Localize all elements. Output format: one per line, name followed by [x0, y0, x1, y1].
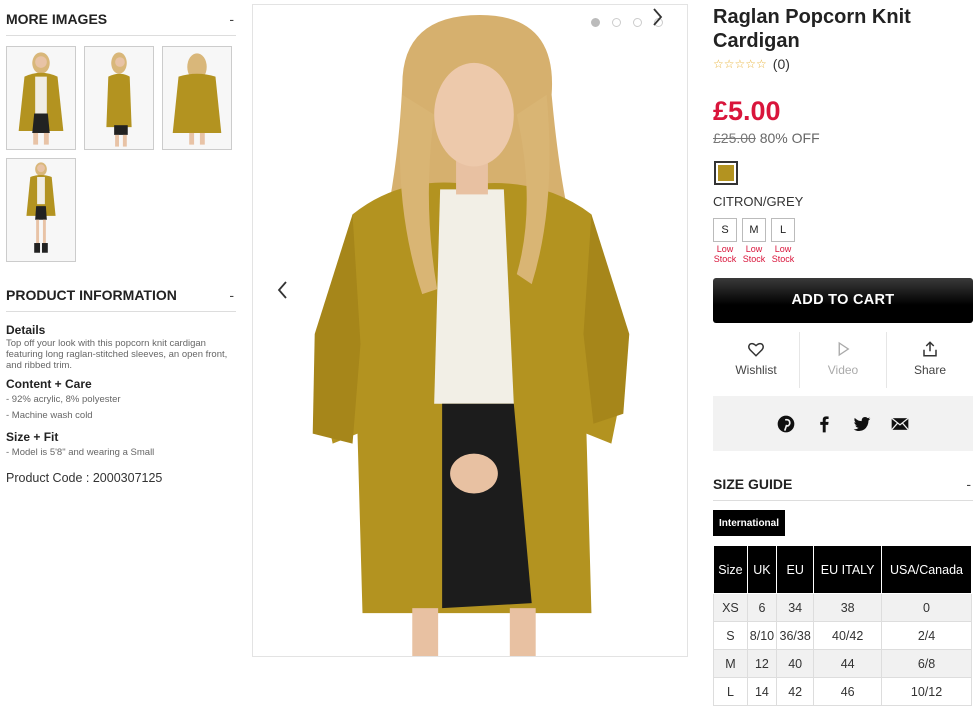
- care-line: - 92% acrylic, 8% polyester: [6, 394, 121, 405]
- table-row: XS 6 34 38 0: [713, 593, 972, 622]
- thumbnail-side[interactable]: [84, 46, 154, 150]
- carousel-dot[interactable]: [633, 18, 642, 27]
- carousel-dot[interactable]: [612, 18, 621, 27]
- chevron-left-icon[interactable]: [273, 278, 293, 302]
- table-header-row: Size UK EU EU ITALY USA/Canada: [713, 545, 972, 594]
- collapse-toggle[interactable]: -: [966, 476, 973, 492]
- product-details: Details Top off your look with this popc…: [6, 323, 236, 485]
- table-cell: 0: [881, 593, 972, 622]
- table-cell: 34: [776, 593, 815, 622]
- share-label: Share: [913, 363, 947, 377]
- video-button[interactable]: Video: [800, 332, 887, 388]
- table-cell: M: [713, 649, 748, 678]
- table-cell: 10/12: [881, 677, 972, 706]
- wishlist-label: Wishlist: [735, 363, 777, 377]
- share-button[interactable]: Share: [887, 332, 973, 388]
- table-cell: 44: [813, 649, 883, 678]
- heart-icon: [748, 342, 764, 357]
- table-cell: 6: [746, 593, 778, 622]
- product-info-title: PRODUCT INFORMATION: [6, 287, 177, 303]
- more-images-title: MORE IMAGES: [6, 11, 108, 27]
- stock-label: Low Stock: [713, 244, 737, 264]
- action-bar: Wishlist Video Share: [713, 332, 973, 388]
- table-header: UK: [746, 545, 778, 594]
- original-price: £25.00: [713, 130, 756, 146]
- details-text: Top off your look with this popcorn knit…: [6, 338, 228, 371]
- table-header: EU: [776, 545, 815, 594]
- table-cell: 40: [776, 649, 815, 678]
- carousel-dot[interactable]: [591, 18, 600, 27]
- table-cell: 42: [776, 677, 815, 706]
- add-to-cart-button[interactable]: ADD TO CART: [713, 278, 973, 323]
- size-label: L: [771, 218, 795, 242]
- fit-heading: Size + Fit: [6, 430, 59, 444]
- table-row: S 8/10 36/38 40/42 2/4: [713, 621, 972, 650]
- size-label: M: [742, 218, 766, 242]
- collapse-toggle[interactable]: -: [229, 287, 236, 303]
- thumbnail-list: [6, 46, 238, 262]
- review-count: (0): [772, 56, 790, 72]
- tab-international[interactable]: International: [713, 510, 786, 536]
- care-line: - Machine wash cold: [6, 410, 93, 421]
- table-cell: 2/4: [881, 621, 972, 650]
- thumbnail-full-length[interactable]: [6, 158, 76, 262]
- size-selector: S Low Stock M Low Stock L Low Stock: [713, 218, 795, 264]
- table-cell: XS: [713, 593, 748, 622]
- share-icon: [923, 341, 937, 357]
- color-name: CITRON/GREY: [713, 194, 804, 209]
- size-guide-header[interactable]: SIZE GUIDE -: [713, 476, 973, 501]
- swatch-fill: [718, 165, 734, 181]
- rating[interactable]: ☆☆☆☆☆ (0): [713, 56, 790, 72]
- table-header: USA/Canada: [881, 545, 972, 594]
- table-cell: 40/42: [813, 621, 883, 650]
- play-icon: [838, 341, 850, 357]
- twitter-icon[interactable]: [852, 414, 872, 434]
- facebook-icon[interactable]: [814, 414, 834, 434]
- email-icon[interactable]: [890, 414, 910, 434]
- table-row: L 14 42 46 10/12: [713, 677, 972, 706]
- social-share-bar: [713, 396, 973, 451]
- main-product-image[interactable]: [252, 4, 688, 657]
- table-header: EU ITALY: [813, 545, 883, 594]
- size-option-l[interactable]: L Low Stock: [771, 218, 795, 264]
- size-label: S: [713, 218, 737, 242]
- video-label: Video: [827, 363, 859, 377]
- product-code: Product Code : 2000307125: [6, 471, 163, 485]
- original-price-line: £25.00 80% OFF: [713, 130, 820, 146]
- table-cell: 8/10: [746, 621, 778, 650]
- table-cell: 6/8: [881, 649, 972, 678]
- table-cell: 14: [746, 677, 778, 706]
- table-cell: 38: [813, 593, 883, 622]
- size-guide-table: Size UK EU EU ITALY USA/Canada XS 6 34 3…: [713, 545, 972, 706]
- chevron-right-icon[interactable]: [647, 5, 687, 29]
- table-header: Size: [713, 545, 748, 594]
- size-guide-title: SIZE GUIDE: [713, 476, 793, 492]
- thumbnail-back[interactable]: [162, 46, 232, 150]
- table-cell: 36/38: [776, 621, 815, 650]
- more-images-header[interactable]: MORE IMAGES -: [6, 11, 236, 36]
- care-heading: Content + Care: [6, 377, 92, 391]
- size-option-s[interactable]: S Low Stock: [713, 218, 737, 264]
- size-option-m[interactable]: M Low Stock: [742, 218, 766, 264]
- discount-label: 80% OFF: [759, 130, 820, 146]
- details-heading: Details: [6, 323, 46, 337]
- table-cell: S: [713, 621, 748, 650]
- table-cell: 46: [813, 677, 883, 706]
- product-info-header[interactable]: PRODUCT INFORMATION -: [6, 287, 236, 312]
- table-cell: L: [713, 677, 748, 706]
- product-photo: [253, 5, 687, 656]
- star-rating-icon: ☆☆☆☆☆: [713, 57, 767, 71]
- wishlist-button[interactable]: Wishlist: [713, 332, 800, 388]
- table-row: M 12 40 44 6/8: [713, 649, 972, 678]
- fit-line: - Model is 5'8" and wearing a Small: [6, 447, 155, 458]
- sale-price: £5.00: [713, 96, 781, 126]
- thumbnail-front[interactable]: [6, 46, 76, 150]
- table-cell: 12: [746, 649, 778, 678]
- stock-label: Low Stock: [742, 244, 766, 264]
- pinterest-icon[interactable]: [776, 414, 796, 434]
- product-title: Raglan Popcorn Knit Cardigan: [713, 6, 911, 52]
- color-swatch[interactable]: [714, 161, 738, 185]
- collapse-toggle[interactable]: -: [229, 11, 236, 27]
- stock-label: Low Stock: [771, 244, 795, 264]
